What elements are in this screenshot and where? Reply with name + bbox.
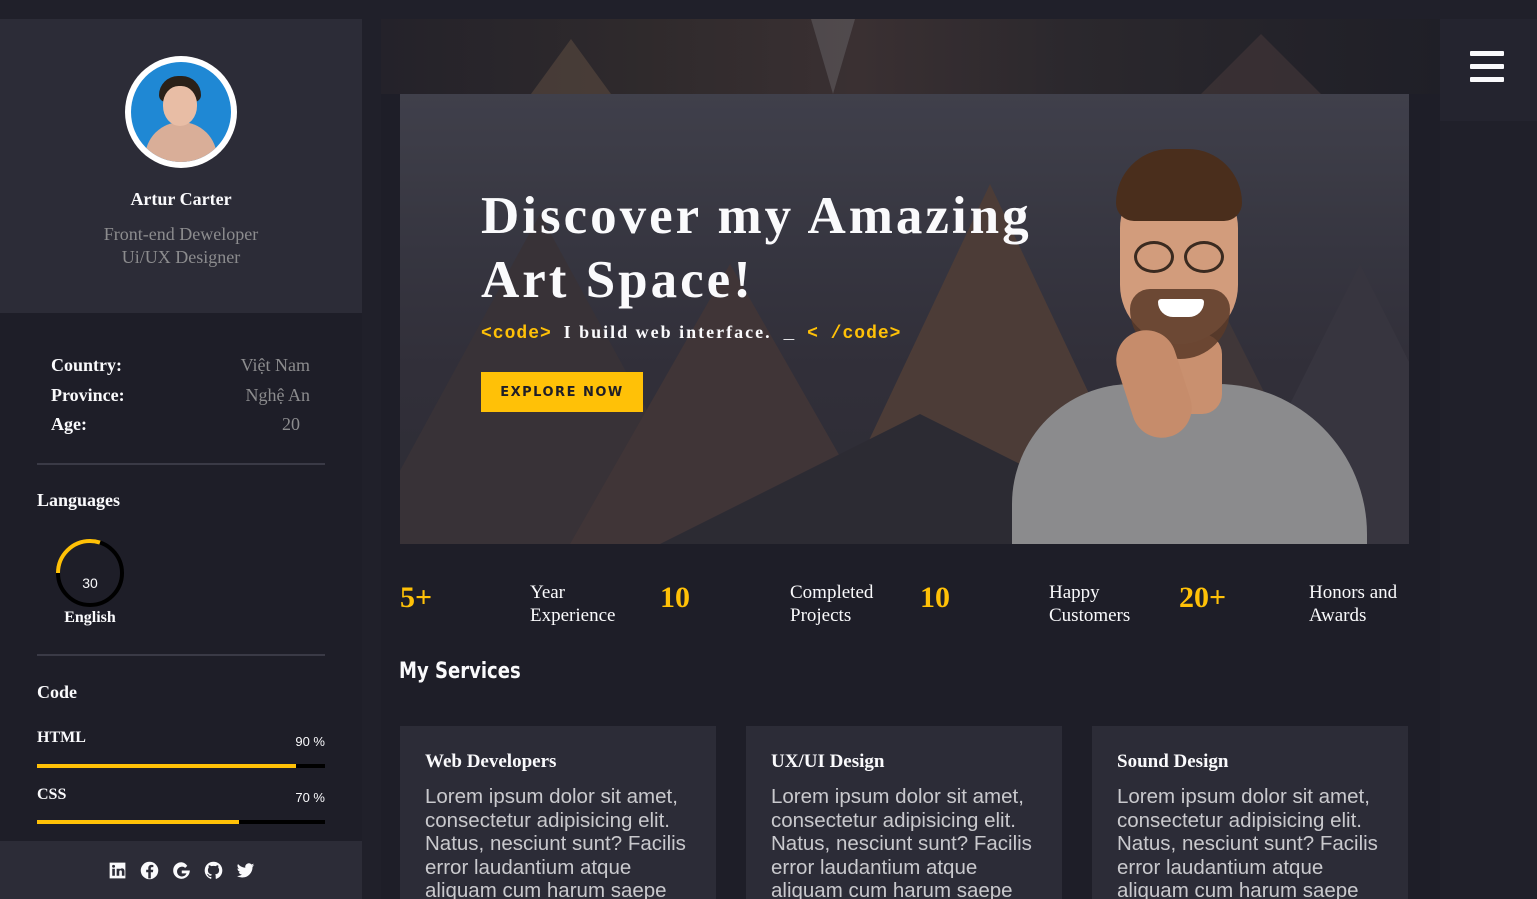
skill-bar-css	[37, 820, 325, 824]
stat-number: 5+	[400, 581, 433, 614]
service-text: Lorem ipsum dolor sit amet, consectetur …	[1117, 785, 1378, 899]
service-card: Sound Design Lorem ipsum dolor sit amet,…	[1092, 726, 1408, 899]
stat-number: 10	[660, 581, 690, 614]
profile-role: Ui/UX Designer	[121, 247, 241, 267]
facebook-icon[interactable]	[138, 859, 160, 881]
info-value: Việt Nam	[240, 355, 310, 375]
skill-name: CSS	[37, 786, 67, 803]
service-text: Lorem ipsum dolor sit amet, consectetur …	[771, 785, 1032, 899]
hero-portrait	[1012, 149, 1372, 544]
language-name: English	[64, 609, 116, 626]
divider	[37, 654, 325, 656]
social-links	[0, 841, 362, 899]
info-row-country: Country: Việt Nam	[37, 355, 325, 385]
services-title: My Services	[399, 659, 521, 684]
profile-name: Artur Carter	[130, 189, 232, 209]
stat-label: Happy Customers	[1049, 582, 1131, 626]
service-title: UX/UI Design	[771, 751, 885, 772]
info-key: Province:	[51, 384, 125, 405]
main-content: Discover my Amazing Art Space! <code> I …	[381, 19, 1440, 899]
code-title: Code	[37, 682, 77, 702]
service-text: Lorem ipsum dolor sit amet, consectetur …	[425, 785, 686, 899]
language-value: 30	[82, 575, 98, 591]
hero-banner: Discover my Amazing Art Space! <code> I …	[400, 94, 1409, 544]
stat-label: Honors and Awards	[1309, 582, 1398, 626]
profile-card: Artur Carter Front-end Deweloper Ui/UX D…	[0, 19, 362, 313]
skill-name: HTML	[37, 729, 86, 746]
hero-title: Discover my Amazing Art Space!	[481, 187, 1032, 309]
hero-typing-text: <code> I build web interface. _ < /code>	[481, 322, 902, 344]
menu-bar	[1440, 19, 1537, 121]
explore-now-button[interactable]: EXPLORE NOW	[481, 372, 643, 412]
service-title: Web Developers	[425, 751, 557, 772]
linkedin-icon[interactable]	[106, 859, 128, 881]
service-title: Sound Design	[1117, 751, 1229, 772]
info-list: Country: Việt Nam Province: Nghệ An Age:…	[37, 355, 325, 444]
service-card: Web Developers Lorem ipsum dolor sit ame…	[400, 726, 716, 899]
github-icon[interactable]	[202, 859, 224, 881]
sidebar: Artur Carter Front-end Deweloper Ui/UX D…	[0, 19, 362, 899]
skill-percent: 70 %	[295, 790, 325, 805]
info-key: Country:	[51, 355, 122, 375]
language-progress-ring	[55, 538, 125, 608]
languages-title: Languages	[37, 490, 121, 510]
skill-bar-fill	[37, 764, 297, 768]
stat-label: Completed Projects	[790, 582, 874, 626]
google-icon[interactable]	[170, 859, 192, 881]
info-row-age: Age: 20	[37, 414, 325, 444]
stat-number: 10	[920, 581, 950, 614]
hamburger-menu-icon[interactable]	[1470, 51, 1504, 83]
info-value: 20	[282, 414, 300, 434]
info-key: Age:	[51, 414, 87, 434]
stat-label: Year Experience	[530, 582, 616, 626]
stats-row: 5+ Year Experience 10 Completed Projects 1…	[400, 579, 1409, 639]
header-background	[381, 19, 1440, 94]
skill-bar-fill	[37, 820, 239, 824]
skill-percent: 90 %	[295, 734, 325, 749]
twitter-icon[interactable]	[234, 859, 256, 881]
service-card: UX/UI Design Lorem ipsum dolor sit amet,…	[746, 726, 1062, 899]
skill-bar-html	[37, 764, 325, 768]
profile-role: Front-end Deweloper	[103, 224, 259, 244]
avatar	[125, 56, 237, 168]
divider	[37, 463, 325, 465]
info-value: Nghệ An	[245, 384, 311, 405]
stat-number: 20+	[1179, 581, 1227, 614]
info-row-province: Province: Nghệ An	[37, 385, 325, 415]
